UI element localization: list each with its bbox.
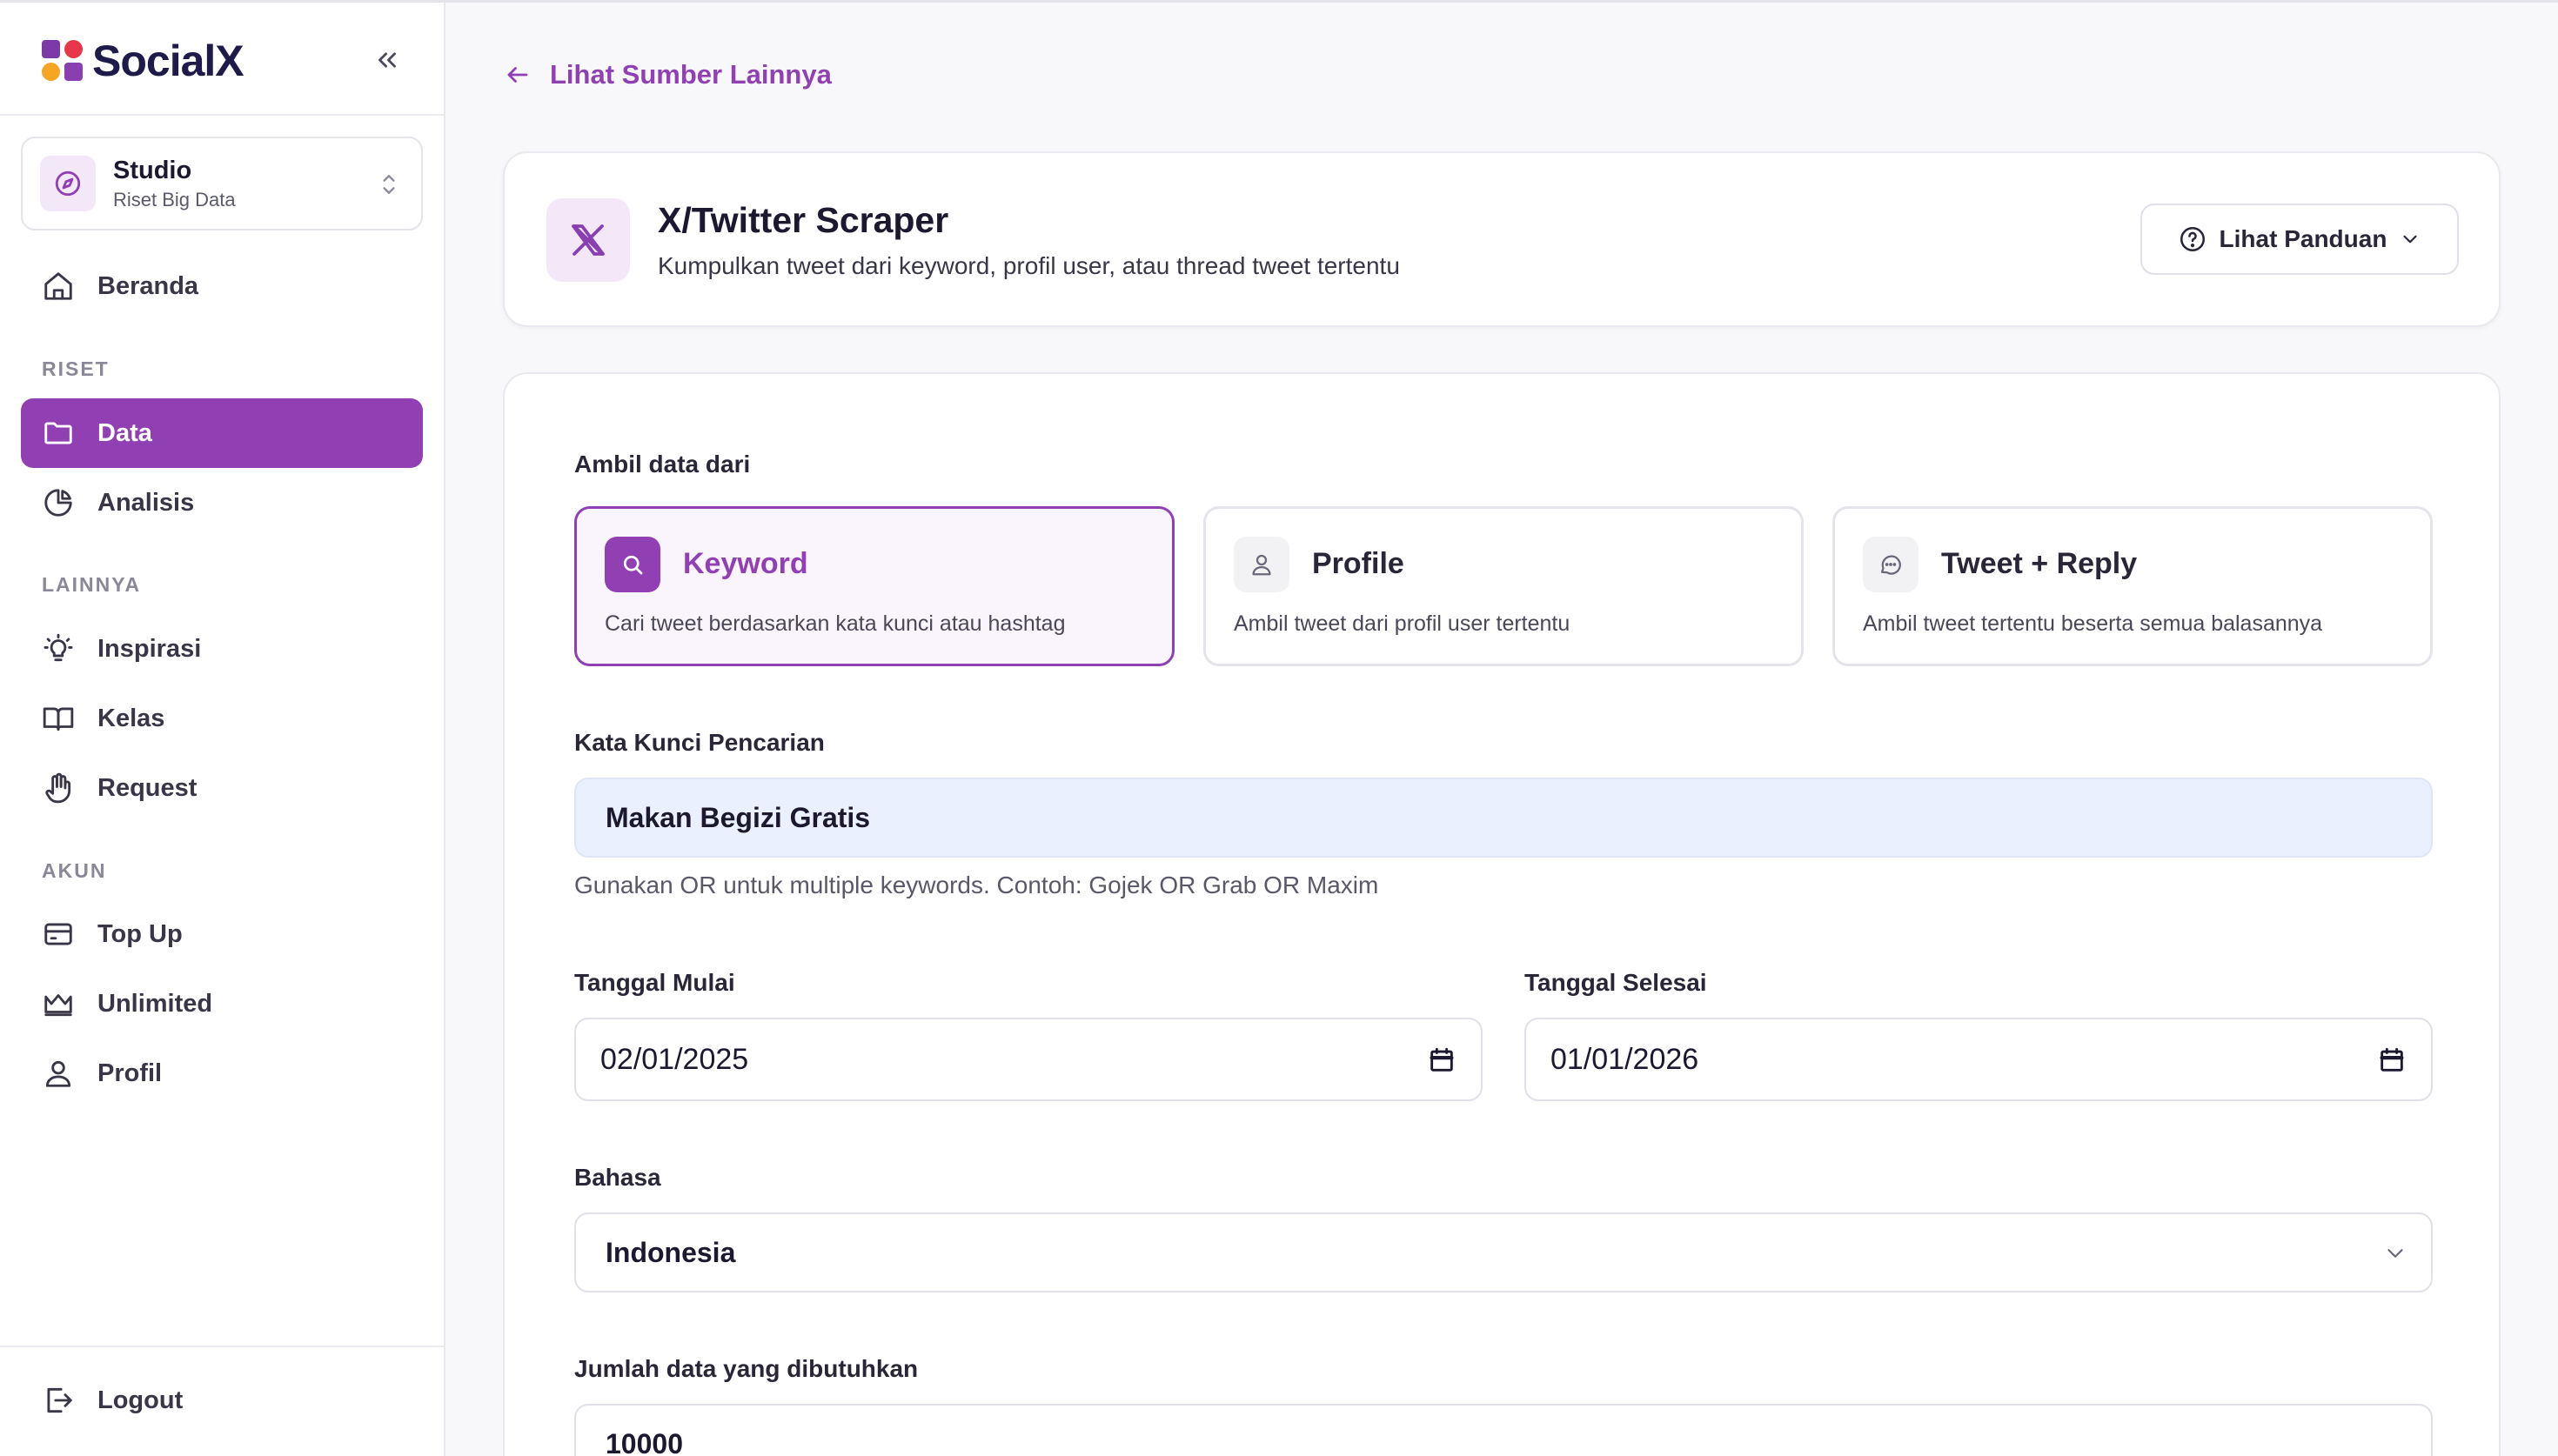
source-option-profile[interactable]: Profile Ambil tweet dari profil user ter… — [1203, 506, 1804, 666]
scraper-header-card: X/Twitter Scraper Kumpulkan tweet dari k… — [503, 151, 2501, 327]
section-label-akun: AKUN — [42, 859, 107, 882]
user-icon — [45, 1060, 71, 1087]
logout-label: Logout — [97, 1386, 184, 1414]
section-label-riset: RISET — [42, 357, 110, 380]
page-title: X/Twitter Scraper — [658, 200, 949, 240]
logout-button[interactable]: Logout — [21, 1366, 423, 1435]
source-option-desc: Ambil tweet tertentu beserta semua balas… — [1863, 611, 2323, 636]
compass-icon — [40, 156, 96, 211]
arrow-left-icon — [507, 67, 528, 83]
back-link[interactable]: Lihat Sumber Lainnya — [505, 59, 832, 90]
end-date-input[interactable]: 01/01/2026 — [1524, 1018, 2433, 1101]
keyword-label: Kata Kunci Pencarian — [574, 729, 825, 756]
back-link-label: Lihat Sumber Lainnya — [550, 59, 832, 90]
scraper-form-card: Ambil data dari Keyword Cari tweet berda… — [503, 372, 2501, 1456]
sidebar-item-unlimited[interactable]: Unlimited — [21, 969, 423, 1039]
sidebar-item-label: Analisis — [97, 488, 195, 517]
keyword-hint: Gunakan OR untuk multiple keywords. Cont… — [574, 872, 1379, 898]
workspace-subtitle: Riset Big Data — [113, 188, 236, 210]
credit-card-icon — [44, 923, 72, 945]
keyword-input[interactable]: Makan Begizi Gratis — [574, 778, 2433, 858]
guide-dropdown-button[interactable]: Lihat Panduan — [2140, 204, 2459, 275]
guide-button-label: Lihat Panduan — [2219, 225, 2387, 252]
start-date-value: 02/01/2025 — [600, 1042, 749, 1076]
help-circle-icon — [2180, 226, 2205, 252]
end-date-value: 01/01/2026 — [1550, 1042, 1699, 1076]
hand-icon — [45, 772, 71, 804]
start-date-input[interactable]: 02/01/2025 — [574, 1018, 1483, 1101]
folder-icon — [44, 422, 72, 444]
page-subtitle: Kumpulkan tweet dari keyword, profil use… — [658, 252, 1400, 279]
source-label: Ambil data dari — [574, 451, 751, 478]
user-icon — [1234, 537, 1289, 592]
chevron-down-icon — [2403, 235, 2418, 244]
sidebar: SocialX Studio Riset Big Data Beranda RI… — [0, 3, 445, 1456]
pie-chart-icon — [44, 489, 72, 517]
brand-name: SocialX — [92, 37, 244, 85]
sidebar-item-data[interactable]: Data — [21, 398, 423, 468]
source-option-title: Keyword — [683, 547, 808, 580]
end-date-label: Tanggal Selesai — [1524, 969, 1707, 996]
source-option-desc: Ambil tweet dari profil user tertentu — [1234, 611, 1570, 636]
language-value: Indonesia — [606, 1236, 736, 1268]
source-option-title: Profile — [1312, 547, 1404, 580]
book-icon — [43, 707, 74, 731]
sidebar-item-topup[interactable]: Top Up — [21, 899, 423, 969]
sidebar-item-profil[interactable]: Profil — [21, 1039, 423, 1108]
sidebar-item-beranda[interactable]: Beranda — [21, 251, 423, 321]
workspace-title: Studio — [113, 156, 192, 184]
collapse-sidebar-icon[interactable] — [365, 41, 409, 79]
sidebar-item-label: Data — [97, 418, 152, 447]
source-option-desc: Cari tweet berdasarkan kata kunci atau h… — [605, 611, 1066, 636]
sidebar-item-kelas[interactable]: Kelas — [21, 684, 423, 753]
lightbulb-icon — [44, 633, 73, 662]
brand-logo[interactable]: SocialX — [42, 37, 416, 85]
source-option-tweet-reply[interactable]: Tweet + Reply Ambil tweet tertentu beser… — [1832, 506, 2433, 666]
amount-label: Jumlah data yang dibutuhkan — [574, 1355, 919, 1382]
sidebar-item-inspirasi[interactable]: Inspirasi — [21, 614, 423, 684]
sidebar-item-label: Request — [97, 773, 198, 802]
section-label-lainnya: LAINNYA — [42, 573, 142, 596]
sidebar-item-label: Kelas — [97, 704, 165, 732]
workspace-switcher[interactable]: Studio Riset Big Data — [21, 137, 423, 230]
language-select[interactable]: Indonesia — [574, 1212, 2433, 1292]
search-icon — [605, 537, 660, 592]
language-label: Bahasa — [574, 1164, 661, 1191]
sidebar-divider — [0, 114, 444, 116]
source-option-title: Tweet + Reply — [1941, 547, 2138, 580]
calendar-icon[interactable] — [1427, 1045, 1456, 1075]
sidebar-item-label: Beranda — [97, 271, 199, 300]
crown-icon — [44, 994, 72, 1017]
start-date-label: Tanggal Mulai — [574, 969, 735, 996]
chevron-down-icon — [2387, 1249, 2403, 1258]
sidebar-item-analisis[interactable]: Analisis — [21, 468, 423, 538]
chat-bubble-icon — [1863, 537, 1918, 592]
sidebar-divider — [0, 1346, 444, 1347]
sidebar-item-label: Unlimited — [97, 989, 213, 1018]
amount-input[interactable]: 10000 — [574, 1404, 2433, 1456]
home-icon — [44, 272, 72, 300]
sidebar-item-label: Inspirasi — [97, 634, 202, 663]
chevron-updown-icon — [378, 170, 400, 204]
sidebar-item-label: Profil — [97, 1059, 163, 1087]
logo-mark-icon — [42, 40, 84, 82]
sidebar-item-label: Top Up — [97, 919, 183, 948]
logout-icon — [47, 1387, 72, 1413]
calendar-icon[interactable] — [2377, 1045, 2407, 1075]
source-option-keyword[interactable]: Keyword Cari tweet berdasarkan kata kunc… — [574, 506, 1175, 666]
sidebar-item-request[interactable]: Request — [21, 753, 423, 823]
x-twitter-icon — [546, 198, 630, 282]
